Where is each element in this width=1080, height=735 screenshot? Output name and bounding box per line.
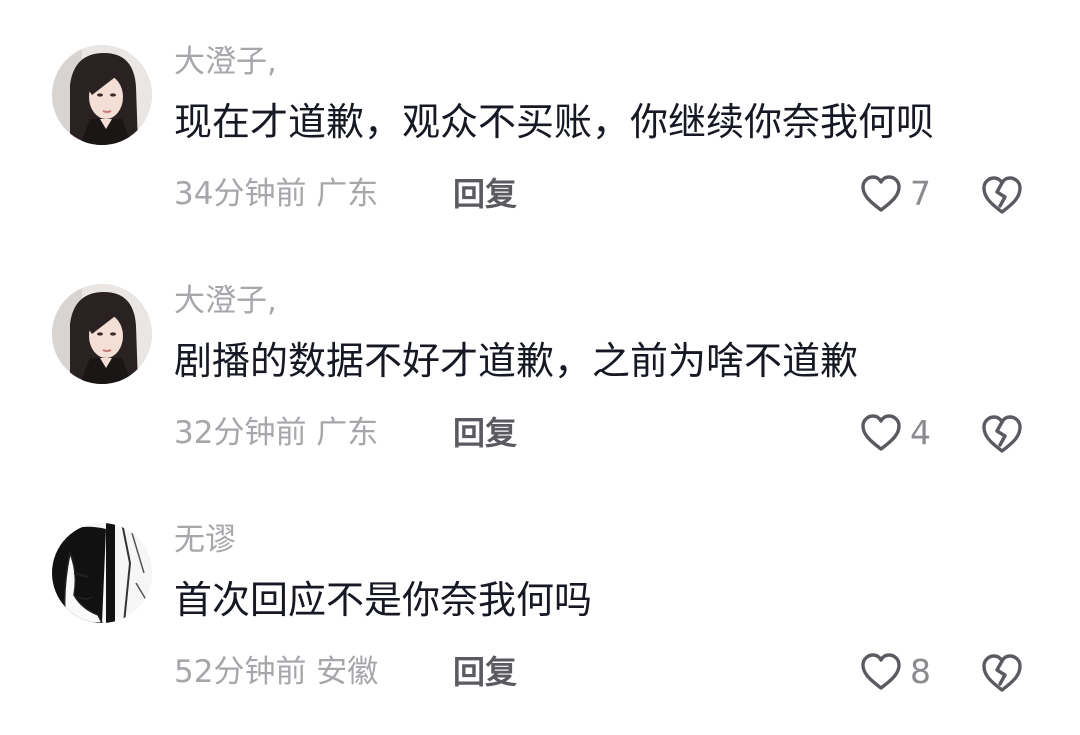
heart-outline-icon (860, 413, 902, 453)
like-count: 8 (910, 652, 931, 691)
comment-username[interactable]: 大澄子, (174, 40, 277, 84)
dislike-button[interactable] (980, 174, 1024, 216)
broken-heart-icon (980, 174, 1024, 216)
broken-heart-icon (980, 652, 1024, 694)
comment-item: 无谬 首次回应不是你奈我何吗 52分钟前 安徽 回复 8 (0, 478, 1080, 692)
comment-text: 首次回应不是你奈我何吗 (174, 578, 593, 622)
broken-heart-icon (980, 413, 1024, 455)
reply-button[interactable]: 回复 (453, 650, 517, 694)
like-count: 7 (910, 174, 931, 213)
like-button[interactable]: 8 (860, 650, 931, 694)
like-count: 4 (910, 413, 931, 452)
dislike-button[interactable] (980, 413, 1024, 455)
comment-meta: 32分钟前 广东 (174, 415, 379, 451)
comment-username[interactable]: 无谬 (174, 518, 236, 562)
like-button[interactable]: 7 (860, 172, 931, 216)
comment-text: 剧播的数据不好才道歉，之前为啥不道歉 (174, 339, 859, 383)
dislike-button[interactable] (980, 652, 1024, 694)
comment-meta: 34分钟前 广东 (174, 176, 379, 212)
heart-outline-icon (860, 174, 902, 214)
comment-text: 现在才道歉，观众不买账，你继续你奈我何呗 (174, 100, 935, 144)
comment-username[interactable]: 大澄子, (174, 279, 277, 323)
comment-meta: 52分钟前 安徽 (174, 654, 379, 690)
reply-button[interactable]: 回复 (453, 172, 517, 216)
avatar[interactable] (52, 284, 152, 384)
reply-button[interactable]: 回复 (453, 411, 517, 455)
like-button[interactable]: 4 (860, 411, 931, 455)
avatar[interactable] (52, 523, 152, 623)
comment-item: 大澄子, 剧播的数据不好才道歉，之前为啥不道歉 32分钟前 广东 回复 4 (0, 239, 1080, 453)
heart-outline-icon (860, 652, 902, 692)
avatar[interactable] (52, 45, 152, 145)
comment-item: 大澄子, 现在才道歉，观众不买账，你继续你奈我何呗 34分钟前 广东 回复 7 (0, 0, 1080, 214)
